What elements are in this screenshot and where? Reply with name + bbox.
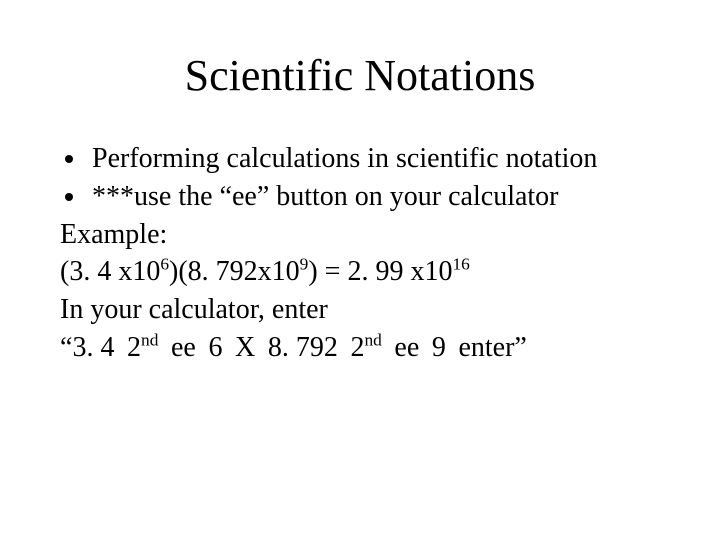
ordinal-suffix: nd xyxy=(141,331,158,350)
bullet-item: ***use the “ee” button on your calculato… xyxy=(88,179,660,215)
slide-body: Performing calculations in scientific no… xyxy=(60,141,660,366)
bullet-list: Performing calculations in scientific no… xyxy=(60,141,660,215)
exponent: 16 xyxy=(452,255,469,274)
text: 8. 792 xyxy=(268,332,338,363)
text: ee xyxy=(394,332,419,363)
ordinal-suffix: nd xyxy=(364,331,381,350)
text: “ xyxy=(60,332,72,363)
example-label: Example: xyxy=(60,217,660,253)
text: 9 xyxy=(432,332,446,363)
exponent: 6 xyxy=(160,255,169,274)
text: ” xyxy=(514,332,526,363)
slide-title: Scientific Notations xyxy=(60,50,660,101)
text: enter xyxy=(458,332,514,363)
text: ee xyxy=(171,332,196,363)
text: 3. 4 xyxy=(72,332,114,363)
text: (3. 4 x10 xyxy=(60,256,160,287)
bullet-item: Performing calculations in scientific no… xyxy=(88,141,660,177)
text: 2 xyxy=(127,332,141,363)
text: ) = 2. 99 x10 xyxy=(308,256,452,287)
text: 6 xyxy=(208,332,222,363)
text: )(8. 792x10 xyxy=(169,256,300,287)
calc-intro: In your calculator, enter xyxy=(60,292,660,328)
example-expression: (3. 4 x106)(8. 792x109) = 2. 99 x1016 xyxy=(60,254,660,290)
text: X xyxy=(235,332,255,363)
calc-sequence: “3. 42ndee6X8. 7922ndee9enter” xyxy=(60,330,660,366)
text: 2 xyxy=(350,332,364,363)
slide: Scientific Notations Performing calculat… xyxy=(0,0,720,540)
